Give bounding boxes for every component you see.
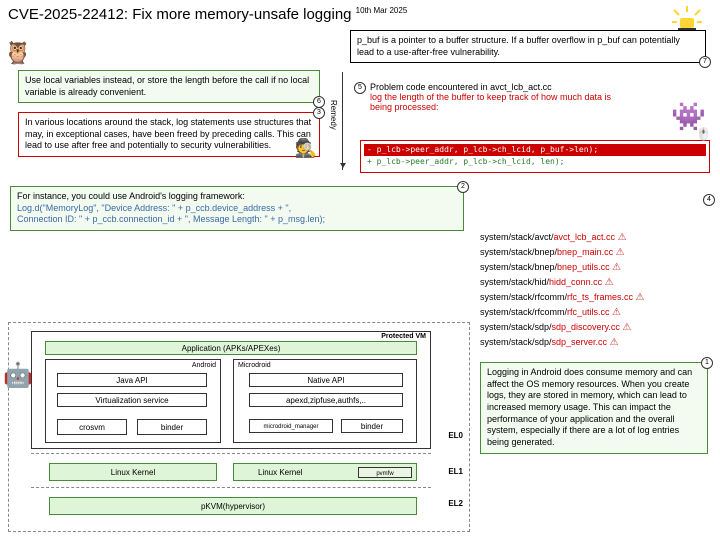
code-added: + p_lcb->peer_addr, p_lcb->ch_lcid, len)… xyxy=(364,156,706,168)
callout-7: p_buf is a pointer to a buffer structure… xyxy=(350,30,706,63)
java-api: Java API xyxy=(57,373,207,387)
callout-1-text: Logging in Android does consume memory a… xyxy=(487,367,692,447)
file-row: system/stack/rfcomm/rfc_ts_frames.cc ⚠ xyxy=(480,290,645,305)
file-row: system/stack/sdp/sdp_server.cc ⚠ xyxy=(480,335,645,350)
android-icon: 🤖 xyxy=(3,361,33,390)
num-2: 2 xyxy=(457,181,469,193)
num-4: 4 xyxy=(703,194,715,206)
owl-icon: 🦉 xyxy=(4,40,31,66)
code-box-4: 🖱️ - p_lcb->peer_addr, p_lcb->ch_lcid, p… xyxy=(360,140,710,173)
virt-svc: Virtualization service xyxy=(57,393,207,407)
binder-l: binder xyxy=(137,419,207,435)
title-date: 10th Mar 2025 xyxy=(356,6,408,15)
lk-l: Linux Kernel xyxy=(49,463,217,481)
dash1 xyxy=(31,453,431,454)
num-5: 5 xyxy=(354,82,366,94)
callout-7-text: p_buf is a pointer to a buffer structure… xyxy=(357,35,680,57)
callout-2-a: For instance, you could use Android's lo… xyxy=(17,191,245,201)
code-removed: - p_lcb->peer_addr, p_lcb->ch_lcid, p_bu… xyxy=(364,144,706,156)
remedy-label: Remedy xyxy=(329,100,338,130)
num-7: 7 xyxy=(699,56,711,68)
el1: EL1 xyxy=(448,467,463,476)
problem-label-text: Problem code encountered in avct_lcb_act… xyxy=(370,82,552,92)
arrow-down xyxy=(342,72,343,170)
micro-mgr: microdroid_manager xyxy=(249,419,333,433)
file-list: system/stack/avct/avct_lcb_act.cc ⚠syste… xyxy=(480,230,645,350)
callout-2-c: Connection ID: " + p_ccb.connection_id +… xyxy=(17,214,325,224)
el0: EL0 xyxy=(448,431,463,440)
native-api: Native API xyxy=(249,373,403,387)
callout-6: Use local variables instead, or store th… xyxy=(18,70,320,103)
num-1: 1 xyxy=(701,357,713,369)
page-title: CVE-2025-22412: Fix more memory-unsafe l… xyxy=(8,6,407,23)
callout-2-b: Log.d("MemoryLog", "Device Address: " + … xyxy=(17,203,291,213)
callout-3: In various locations around the stack, l… xyxy=(18,112,320,157)
callout-1: Logging in Android does consume memory a… xyxy=(480,362,708,454)
apexd: apexd,zipfuse,authfs,.. xyxy=(249,393,403,407)
cursor-icon: 🖱️ xyxy=(696,127,711,143)
el2: EL2 xyxy=(448,499,463,508)
title-text: CVE-2025-22412: Fix more memory-unsafe l… xyxy=(8,6,352,23)
callout-6-text: Use local variables instead, or store th… xyxy=(25,75,309,97)
binder-r: binder xyxy=(341,419,403,433)
spy-icon: 🕵️ xyxy=(295,137,317,160)
problem-label: 5 Problem code encountered in avct_lcb_a… xyxy=(370,82,630,112)
dash2 xyxy=(31,487,431,488)
file-row: system/stack/sdp/sdp_discovery.cc ⚠ xyxy=(480,320,645,335)
pvmfw: pvmfw xyxy=(358,467,412,478)
callout-3-text: In various locations around the stack, l… xyxy=(25,117,311,150)
app-bar: Application (APKs/APEXes) xyxy=(45,341,417,355)
pkvm: pKVM(hypervisor) xyxy=(49,497,417,515)
problem-label-red: log the length of the buffer to keep tra… xyxy=(370,92,611,112)
arch-diagram: 🤖 Protected VM Application (APKs/APEXes)… xyxy=(8,322,470,532)
file-row: system/stack/bnep/bnep_utils.cc ⚠ xyxy=(480,260,645,275)
file-row: system/stack/hid/hidd_conn.cc ⚠ xyxy=(480,275,645,290)
file-row: system/stack/bnep/bnep_main.cc ⚠ xyxy=(480,245,645,260)
crosvm: crosvm xyxy=(57,419,127,435)
pvm-label: Protected VM xyxy=(381,333,426,340)
num-3: 3 xyxy=(313,107,325,119)
file-row: system/stack/rfcomm/rfc_utils.cc ⚠ xyxy=(480,305,645,320)
lk-r: Linux Kernel pvmfw xyxy=(233,463,417,481)
callout-2: For instance, you could use Android's lo… xyxy=(10,186,464,231)
file-row: system/stack/avct/avct_lcb_act.cc ⚠ xyxy=(480,230,645,245)
